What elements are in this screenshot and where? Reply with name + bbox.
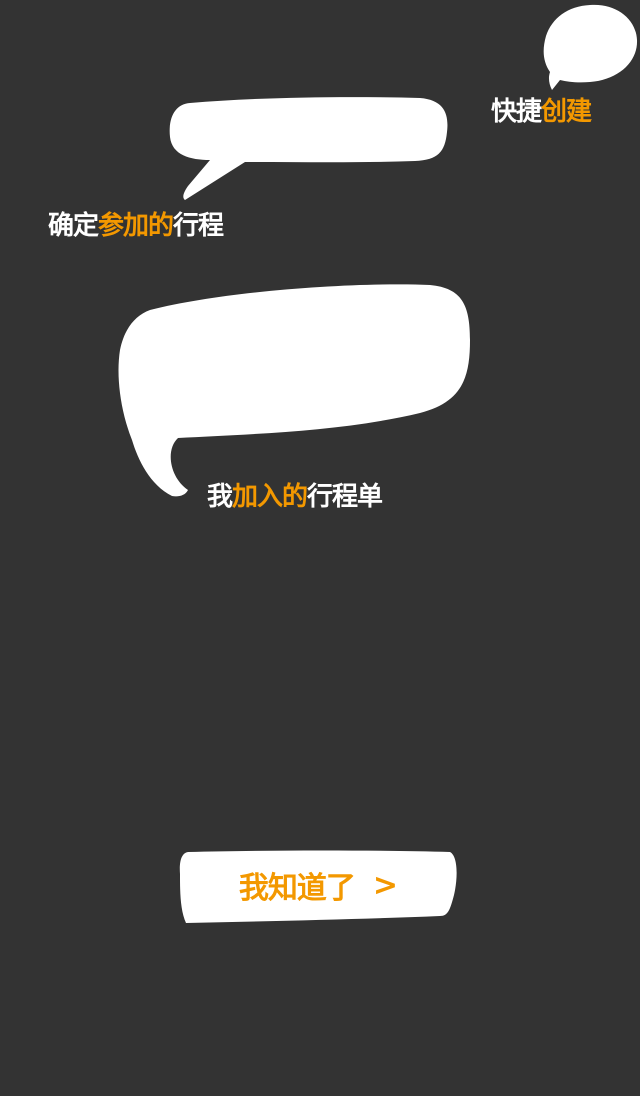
joined-trips-highlight: 加入的 xyxy=(232,482,308,512)
joined-trips-bubble xyxy=(118,284,470,497)
joined-trips-label: 我加入的行程单 xyxy=(207,482,383,512)
joined-trips-suffix: 行程单 xyxy=(307,482,383,512)
quick-create-label: 快捷创建 xyxy=(491,97,592,127)
quick-create-highlight: 创建 xyxy=(541,97,592,127)
got-it-button[interactable]: 我知道了 > xyxy=(178,850,458,924)
confirmed-trips-prefix: 确定 xyxy=(48,211,99,241)
button-content: 我知道了 > xyxy=(178,850,458,920)
confirmed-trips-label: 确定参加的行程 xyxy=(48,211,224,241)
quick-create-bubble xyxy=(543,4,638,90)
joined-trips-prefix: 我 xyxy=(207,482,233,512)
confirmed-trips-bubble xyxy=(169,97,448,200)
chevron-right-icon: > xyxy=(372,867,398,903)
quick-create-prefix: 快捷 xyxy=(491,97,542,127)
confirmed-trips-highlight: 参加的 xyxy=(98,211,174,241)
got-it-label: 我知道了 xyxy=(238,871,356,906)
confirmed-trips-suffix: 行程 xyxy=(173,211,224,241)
speech-bubbles xyxy=(118,4,638,497)
